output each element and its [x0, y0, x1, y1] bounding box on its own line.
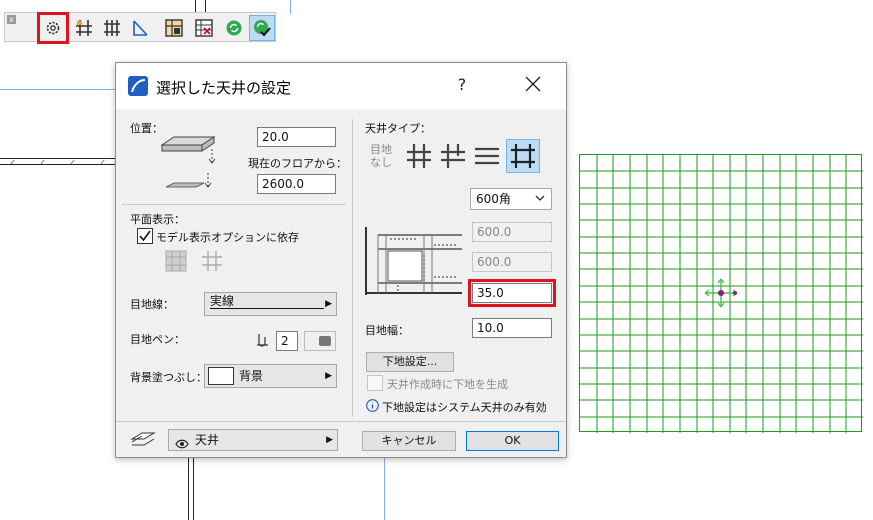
ceiling-type-icon[interactable] [71, 15, 97, 41]
background-fill-label: 背景塗つぶし： [130, 371, 207, 384]
wall [0, 158, 118, 165]
chevron-down-icon [535, 188, 545, 208]
origin-marker [704, 278, 738, 308]
refresh-check-icon[interactable] [249, 15, 275, 41]
ceiling-section-diagram-icon [364, 225, 464, 300]
joint-width-field[interactable]: 10.0 [472, 318, 552, 338]
ceiling-toolbar: x [4, 12, 276, 44]
guide-line [290, 0, 291, 14]
ceiling-height-field[interactable]: 20.0 [257, 127, 336, 147]
ceiling-type-t-bar-icon[interactable] [438, 141, 468, 174]
eye-icon [175, 435, 189, 455]
panel-depth-field: 600.0 [472, 252, 552, 272]
cancel-button[interactable]: キャンセル [362, 431, 456, 451]
floor-offset-diagram-icon [164, 171, 214, 196]
no-joint-option[interactable]: 目地 なし [370, 143, 392, 169]
chevron-right-icon: ▶ [325, 371, 332, 381]
panel-size-value: 600角 [476, 192, 511, 206]
ceiling-settings-dialog: 選択した天井の設定 ? 位置： 20.0 現在のフロアから： 2600.0 平面… [115, 62, 567, 458]
toolbar-close-button[interactable]: x [7, 15, 16, 24]
divider [352, 119, 353, 417]
divider [122, 204, 346, 205]
grid-ceiling-icon[interactable] [99, 15, 125, 41]
settings-icon[interactable] [37, 12, 69, 44]
ceiling-height-diagram-icon [160, 135, 220, 168]
panel-width-field: 600.0 [472, 222, 552, 242]
panel-size-dropdown[interactable]: 600角 [470, 188, 552, 210]
dialog-title: 選択した天井の設定 [156, 79, 292, 97]
dialog-titlebar: 選択した天井の設定 ? [116, 63, 566, 109]
info-icon [366, 399, 379, 415]
panel-icon[interactable] [161, 15, 187, 41]
pen-icon [256, 333, 270, 350]
app-icon [128, 76, 148, 96]
model-option-label: モデル表示オプションに依存 [156, 231, 299, 244]
model-option-checkbox[interactable] [137, 228, 153, 244]
wall [188, 456, 194, 520]
ceiling-type-line-icon[interactable] [472, 141, 502, 174]
plan-pattern-filled-icon [164, 249, 188, 276]
joint-width-label: 目地幅： [365, 324, 409, 337]
plan-display-label: 平面表示： [130, 213, 185, 226]
ceiling-grid[interactable] [579, 154, 863, 433]
joint-pen-field[interactable]: 2 [276, 331, 298, 351]
ceiling-type-system-icon[interactable] [506, 139, 540, 173]
layer-value: 天井 [195, 433, 220, 447]
close-icon [525, 76, 541, 92]
line-sample [210, 308, 324, 309]
ceiling-type-grid-icon[interactable] [404, 141, 434, 174]
background-fill-dropdown[interactable]: 背景 ▶ [204, 364, 337, 388]
guide-line [384, 456, 385, 520]
refresh-icon[interactable] [221, 15, 247, 41]
background-fill-value: 背景 [239, 369, 264, 383]
pen-color-swatch[interactable] [304, 331, 336, 351]
position-label: 位置： [130, 122, 163, 135]
ceiling-grid-lines [580, 155, 863, 433]
fill-swatch [208, 367, 234, 385]
info-text: 下地設定はシステム天井のみ有効 [382, 401, 547, 414]
floor-offset-field[interactable]: 2600.0 [257, 174, 336, 194]
joint-line-dropdown[interactable]: 実線 ▶ [204, 292, 337, 316]
plan-pattern-grid-icon [200, 249, 224, 276]
panel-list-icon[interactable] [191, 15, 217, 41]
guide-line [0, 89, 120, 90]
divider [116, 421, 566, 422]
generate-substrate-label: 天井作成時に下地を生成 [387, 378, 508, 391]
joint-line-label: 目地線： [130, 298, 174, 311]
layer-icon [130, 431, 156, 450]
substrate-settings-button[interactable]: 下地設定... [366, 352, 454, 372]
ok-button[interactable]: OK [466, 431, 559, 451]
floor-offset-label: 現在のフロアから： [248, 157, 347, 170]
panel-thickness-field[interactable]: 35.0 [468, 279, 556, 307]
layer-dropdown[interactable]: 天井 ▶ [168, 429, 338, 451]
joint-pen-label: 目地ペン： [130, 333, 185, 346]
chevron-right-icon: ▶ [325, 299, 332, 309]
ceiling-type-label: 天井タイプ： [365, 122, 431, 135]
chevron-right-icon: ▶ [326, 435, 333, 445]
close-button[interactable] [520, 71, 546, 97]
generate-substrate-checkbox [367, 375, 383, 391]
help-button[interactable]: ? [452, 75, 472, 94]
slope-icon[interactable] [127, 15, 153, 41]
